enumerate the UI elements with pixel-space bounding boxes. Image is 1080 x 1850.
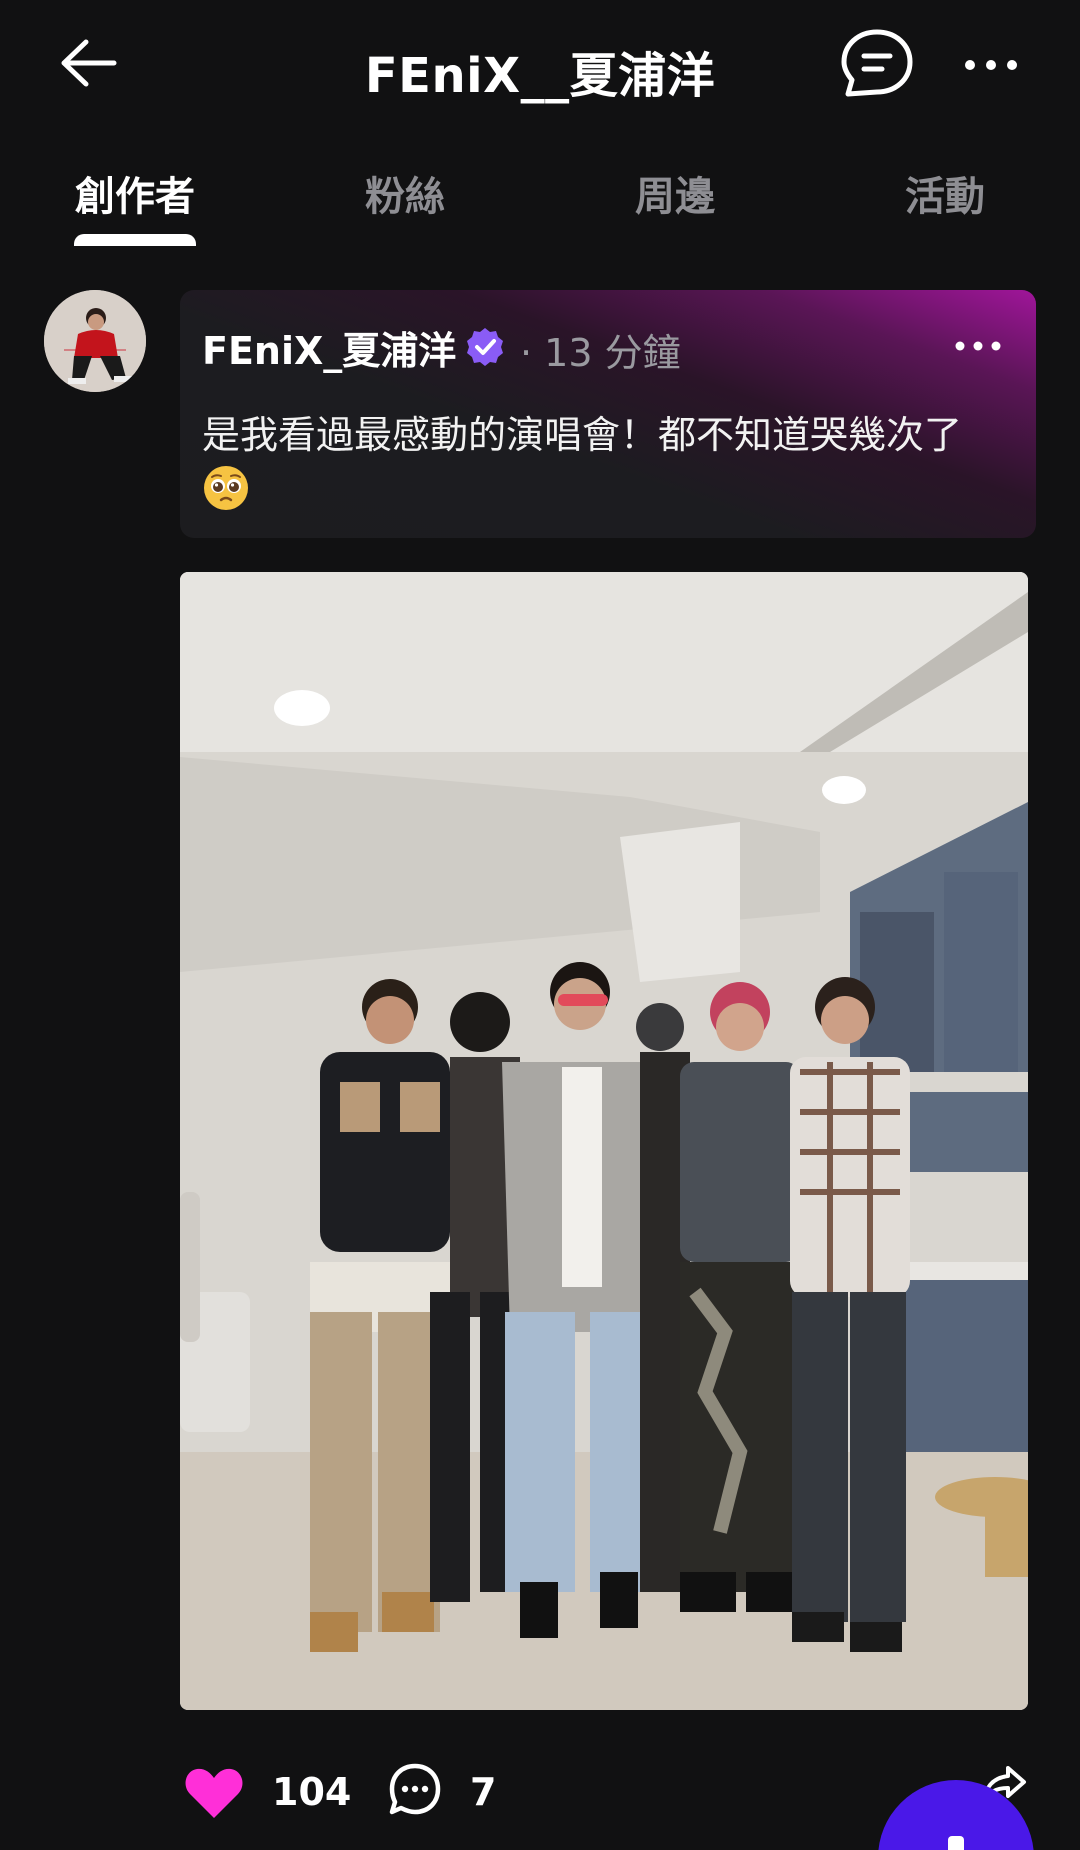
chat-bubble-icon	[841, 29, 913, 97]
top-app-bar: FEniX__夏浦洋	[0, 0, 1080, 130]
more-horizontal-icon	[965, 60, 1017, 70]
comment-count: 7	[470, 1770, 497, 1814]
active-tab-indicator	[74, 234, 196, 246]
chat-button[interactable]	[840, 28, 914, 98]
author-avatar[interactable]	[44, 290, 146, 392]
plus-icon	[948, 1836, 964, 1850]
post-text-card[interactable]: FEniX_夏浦洋 · 13 分鐘 是我看過最感動的演唱會！都不知道哭幾次了	[180, 290, 1036, 538]
tab-fans[interactable]: 粉絲	[325, 164, 485, 222]
post-text: 是我看過最感動的演唱會！都不知道哭幾次了	[202, 413, 963, 457]
tab-creator[interactable]: 創作者	[55, 164, 215, 222]
pleading-face-emoji-icon	[204, 465, 248, 510]
tab-merch[interactable]: 周邊	[595, 164, 755, 222]
post-photo[interactable]	[180, 572, 1028, 1710]
comment-icon[interactable]	[388, 1762, 442, 1816]
more-horizontal-icon	[955, 341, 1001, 351]
like-count: 104	[272, 1770, 352, 1814]
avatar-image	[44, 290, 146, 392]
verified-badge-icon	[467, 328, 503, 366]
post-body: 是我看過最感動的演唱會！都不知道哭幾次了	[202, 410, 1022, 512]
heart-icon[interactable]	[184, 1766, 244, 1820]
post-author-name[interactable]: FEniX_夏浦洋	[202, 320, 456, 375]
page-title: FEniX__夏浦洋	[364, 48, 716, 104]
tab-events[interactable]: 活動	[865, 164, 1025, 222]
tab-bar: 創作者 粉絲 周邊 活動	[0, 150, 1080, 246]
post-more-button[interactable]	[950, 326, 1006, 366]
post-timestamp: · 13 分鐘	[520, 331, 681, 375]
more-options-button[interactable]	[960, 40, 1022, 90]
group-photo-image	[180, 572, 1028, 1710]
